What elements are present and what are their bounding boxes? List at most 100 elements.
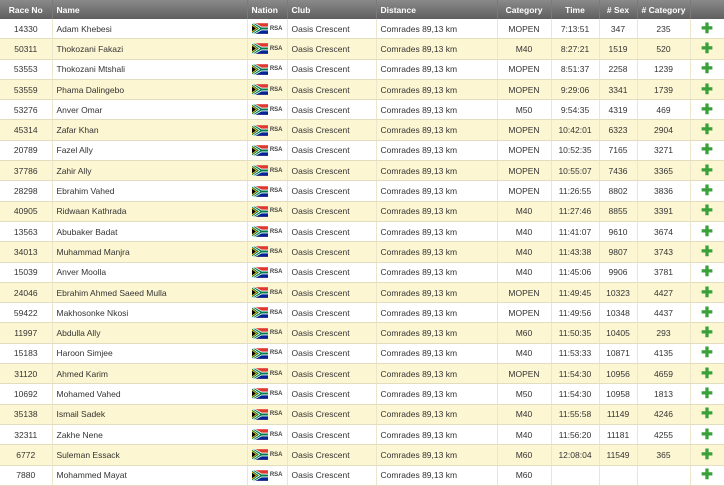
table-row[interactable]: 59422 Makhosonke Nkosi RSA Oasis Crescen…	[0, 302, 724, 324]
plus-icon[interactable]: ✚	[701, 223, 713, 239]
plus-icon[interactable]: ✚	[701, 162, 713, 178]
sex-position: 11149	[599, 404, 638, 425]
table-row[interactable]: 7880 Mohammed Mayat RSA Oasis Crescent C…	[0, 465, 724, 486]
runner-name[interactable]: Ismail Sadek	[52, 404, 248, 425]
sex-position: 10958	[599, 383, 638, 405]
col-cat-pos[interactable]: # Category	[637, 0, 691, 19]
runner-name[interactable]: Mohamed Vahed	[52, 383, 248, 405]
category: M40	[497, 404, 552, 425]
table-row[interactable]: 20789 Fazel Ally RSA Oasis Crescent Comr…	[0, 140, 724, 162]
runner-name[interactable]: Ridwaan Kathrada	[52, 201, 248, 222]
south-africa-flag-icon	[251, 368, 268, 380]
plus-icon[interactable]: ✚	[701, 60, 713, 76]
plus-icon[interactable]: ✚	[701, 243, 713, 259]
col-sex-pos[interactable]: # Sex	[599, 0, 638, 19]
race-distance: Comrades 89,13 km	[376, 383, 498, 405]
category-position: 3365	[637, 160, 691, 182]
plus-icon[interactable]: ✚	[701, 304, 713, 320]
plus-icon[interactable]: ✚	[701, 40, 713, 56]
runner-name[interactable]: Abdulla Ally	[52, 322, 248, 344]
table-row[interactable]: 32311 Zakhe Nene RSA Oasis Crescent Comr…	[0, 424, 724, 446]
runner-name[interactable]: Ebrahim Vahed	[52, 180, 248, 202]
runner-name[interactable]: Suleman Essack	[52, 444, 248, 466]
plus-icon[interactable]: ✚	[701, 426, 713, 442]
category-position: 4255	[637, 424, 691, 446]
table-row[interactable]: 53276 Anver Omar RSA Oasis Crescent Comr…	[0, 99, 724, 121]
sex-position: 11549	[599, 444, 638, 466]
plus-icon[interactable]: ✚	[701, 466, 713, 482]
table-row[interactable]: 28298 Ebrahim Vahed RSA Oasis Crescent C…	[0, 180, 724, 202]
runner-name[interactable]: Ahmed Karim	[52, 363, 248, 385]
add-cell: ✚	[690, 79, 724, 101]
plus-icon[interactable]: ✚	[701, 446, 713, 462]
table-row[interactable]: 31120 Ahmed Karim RSA Oasis Crescent Com…	[0, 363, 724, 385]
table-row[interactable]: 37786 Zahir Ally RSA Oasis Crescent Comr…	[0, 160, 724, 182]
table-row[interactable]: 13563 Abubaker Badat RSA Oasis Crescent …	[0, 221, 724, 243]
runner-name[interactable]: Adam Khebesi	[52, 19, 248, 40]
category: M60	[497, 444, 552, 466]
table-row[interactable]: 35138 Ismail Sadek RSA Oasis Crescent Co…	[0, 404, 724, 425]
runner-name[interactable]: Ebrahim Ahmed Saeed Mulla	[52, 282, 248, 304]
plus-icon[interactable]: ✚	[701, 101, 713, 117]
table-row[interactable]: 11997 Abdulla Ally RSA Oasis Crescent Co…	[0, 322, 724, 344]
plus-icon[interactable]: ✚	[701, 20, 713, 36]
col-name[interactable]: Name	[52, 0, 248, 19]
club-name: Oasis Crescent	[287, 282, 377, 304]
table-row[interactable]: 53559 Phama Dalingebo RSA Oasis Crescent…	[0, 79, 724, 101]
category-position: 235	[637, 19, 691, 40]
col-club[interactable]: Club	[287, 0, 377, 19]
col-race-no[interactable]: Race No	[0, 0, 53, 19]
runner-name[interactable]: Thokozani Fakazi	[52, 38, 248, 60]
table-row[interactable]: 14330 Adam Khebesi RSA Oasis Crescent Co…	[0, 19, 724, 40]
south-africa-flag-icon	[251, 408, 268, 420]
plus-icon[interactable]: ✚	[701, 385, 713, 401]
plus-icon[interactable]: ✚	[701, 344, 713, 360]
runner-name[interactable]: Anver Omar	[52, 99, 248, 121]
runner-name[interactable]: Thokozani Mtshali	[52, 59, 248, 80]
runner-name[interactable]: Mohammed Mayat	[52, 465, 248, 486]
category: M60	[497, 322, 552, 344]
col-distance[interactable]: Distance	[376, 0, 498, 19]
table-row[interactable]: 10692 Mohamed Vahed RSA Oasis Crescent C…	[0, 383, 724, 405]
add-cell: ✚	[690, 241, 724, 263]
plus-icon[interactable]: ✚	[701, 365, 713, 381]
runner-name[interactable]: Zakhe Nene	[52, 424, 248, 446]
table-row[interactable]: 40905 Ridwaan Kathrada RSA Oasis Crescen…	[0, 201, 724, 222]
race-no: 15039	[0, 262, 53, 283]
plus-icon[interactable]: ✚	[701, 121, 713, 137]
runner-name[interactable]: Zahir Ally	[52, 160, 248, 182]
add-cell: ✚	[690, 322, 724, 344]
table-row[interactable]: 15039 Anver Moolla RSA Oasis Crescent Co…	[0, 262, 724, 283]
category: M40	[497, 221, 552, 243]
club-name: Oasis Crescent	[287, 302, 377, 324]
table-row[interactable]: 45314 Zafar Khan RSA Oasis Crescent Comr…	[0, 119, 724, 141]
plus-icon[interactable]: ✚	[701, 202, 713, 218]
table-row[interactable]: 15183 Haroon Simjee RSA Oasis Crescent C…	[0, 343, 724, 365]
runner-name[interactable]: Makhosonke Nkosi	[52, 302, 248, 324]
nation: RSA	[247, 363, 288, 385]
table-row[interactable]: 24046 Ebrahim Ahmed Saeed Mulla RSA Oasi…	[0, 282, 724, 304]
runner-name[interactable]: Anver Moolla	[52, 262, 248, 283]
runner-name[interactable]: Fazel Ally	[52, 140, 248, 162]
runner-name[interactable]: Zafar Khan	[52, 119, 248, 141]
col-nation[interactable]: Nation	[247, 0, 288, 19]
table-row[interactable]: 34013 Muhammad Manjra RSA Oasis Crescent…	[0, 241, 724, 263]
col-category[interactable]: Category	[497, 0, 552, 19]
col-time[interactable]: Time	[551, 0, 600, 19]
results-table: Race No Name Nation Club Distance Catego…	[0, 0, 724, 486]
nation: RSA	[247, 99, 288, 121]
runner-name[interactable]: Abubaker Badat	[52, 221, 248, 243]
plus-icon[interactable]: ✚	[701, 81, 713, 97]
table-row[interactable]: 50311 Thokozani Fakazi RSA Oasis Crescen…	[0, 38, 724, 60]
table-row[interactable]: 53553 Thokozani Mtshali RSA Oasis Cresce…	[0, 59, 724, 80]
runner-name[interactable]: Muhammad Manjra	[52, 241, 248, 263]
runner-name[interactable]: Phama Dalingebo	[52, 79, 248, 101]
plus-icon[interactable]: ✚	[701, 141, 713, 157]
plus-icon[interactable]: ✚	[701, 405, 713, 421]
plus-icon[interactable]: ✚	[701, 324, 713, 340]
runner-name[interactable]: Haroon Simjee	[52, 343, 248, 365]
plus-icon[interactable]: ✚	[701, 263, 713, 279]
plus-icon[interactable]: ✚	[701, 182, 713, 198]
table-row[interactable]: 6772 Suleman Essack RSA Oasis Crescent C…	[0, 444, 724, 466]
plus-icon[interactable]: ✚	[701, 284, 713, 300]
